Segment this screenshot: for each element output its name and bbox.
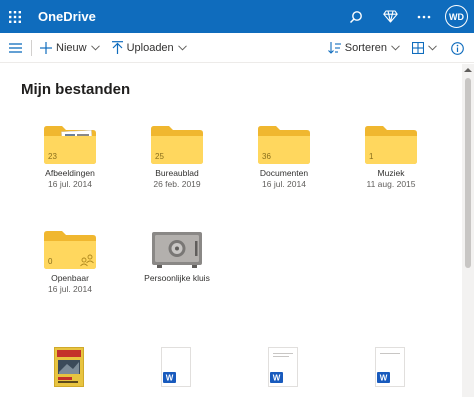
sort-icon <box>327 42 341 54</box>
folder-name: Bureaublad <box>155 168 199 178</box>
search-icon[interactable] <box>339 0 373 33</box>
vertical-scrollbar[interactable] <box>462 64 474 397</box>
file-thumbnail[interactable]: W <box>161 347 191 387</box>
word-document-icon: W <box>163 372 176 383</box>
file-thumbnail[interactable] <box>54 347 84 387</box>
svg-text:W: W <box>166 374 174 383</box>
folder-icon: 23 <box>44 126 96 164</box>
scroll-up-arrow-icon[interactable] <box>464 67 472 73</box>
upload-button-label: Uploaden <box>126 41 174 54</box>
chevron-down-icon <box>428 45 437 51</box>
folder-tile[interactable]: 36 Documenten 16 jul. 2014 <box>231 126 337 190</box>
file-area: Mijn bestanden 23 Afbeeldingen 16 jul. 2… <box>0 64 462 397</box>
folder-date: 26 feb. 2019 <box>153 179 201 189</box>
plus-icon <box>40 41 52 54</box>
folder-icon: 1 <box>365 126 417 164</box>
info-button[interactable] <box>447 33 468 63</box>
upload-icon <box>111 41 123 54</box>
personal-vault-tile[interactable]: Persoonlijke kluis <box>124 231 230 284</box>
folder-name: Openbaar <box>51 273 89 283</box>
scrollbar-thumb[interactable] <box>465 78 471 268</box>
word-document-icon: W <box>270 372 283 383</box>
more-icon[interactable] <box>407 0 441 33</box>
folder-tile[interactable]: 1 Muziek 11 aug. 2015 <box>338 126 444 190</box>
app-header: OneDrive WD <box>0 0 474 33</box>
item-count: 1 <box>369 152 374 161</box>
folder-icon: 36 <box>258 126 310 164</box>
sort-button[interactable]: Sorteren <box>324 33 404 63</box>
item-count: 0 <box>48 257 53 266</box>
page-title: Mijn bestanden <box>21 81 131 98</box>
waffle-icon[interactable] <box>0 0 30 33</box>
avatar[interactable]: WD <box>445 5 468 28</box>
command-bar: Nieuw Uploaden Sorteren <box>0 33 474 63</box>
new-button-label: Nieuw <box>56 41 87 54</box>
item-count: 25 <box>155 152 164 161</box>
folder-tile[interactable]: 23 Afbeeldingen 16 jul. 2014 <box>17 126 123 190</box>
file-thumbnail[interactable]: W <box>268 347 298 387</box>
magazine-cover-thumbnail <box>55 348 83 386</box>
chevron-down-icon <box>90 44 100 51</box>
divider <box>31 39 32 56</box>
grid-view-icon <box>412 42 424 54</box>
word-document-icon: W <box>377 372 390 383</box>
vault-name: Persoonlijke kluis <box>144 273 210 283</box>
info-icon <box>451 41 464 55</box>
upload-button[interactable]: Uploaden <box>108 33 191 63</box>
folder-name: Documenten <box>259 168 309 178</box>
diamond-icon[interactable] <box>373 0 407 33</box>
folder-name: Afbeeldingen <box>45 168 95 178</box>
shared-folder-icon: 0 <box>44 231 96 269</box>
view-switcher-button[interactable] <box>408 33 441 63</box>
folder-tile[interactable]: 0 Openbaar 16 jul. 2014 <box>17 231 123 295</box>
folder-date: 16 jul. 2014 <box>262 179 306 189</box>
chevron-down-icon <box>177 44 187 51</box>
folder-date: 11 aug. 2015 <box>366 179 416 189</box>
folder-name: Muziek <box>377 168 405 178</box>
chevron-down-icon <box>391 45 400 51</box>
vault-icon <box>151 231 203 269</box>
file-thumbnail[interactable]: W <box>375 347 405 387</box>
sort-button-label: Sorteren <box>344 42 387 54</box>
app-title[interactable]: OneDrive <box>38 9 96 24</box>
svg-text:W: W <box>380 374 388 383</box>
new-button[interactable]: Nieuw <box>36 33 104 63</box>
folder-tile[interactable]: 25 Bureaublad 26 feb. 2019 <box>124 126 230 190</box>
item-count: 36 <box>262 152 271 161</box>
folder-date: 16 jul. 2014 <box>48 179 92 189</box>
menu-icon[interactable] <box>0 33 30 63</box>
svg-text:W: W <box>273 374 281 383</box>
item-count: 23 <box>48 152 57 161</box>
folder-icon: 25 <box>151 126 203 164</box>
folder-date: 16 jul. 2014 <box>48 284 92 294</box>
